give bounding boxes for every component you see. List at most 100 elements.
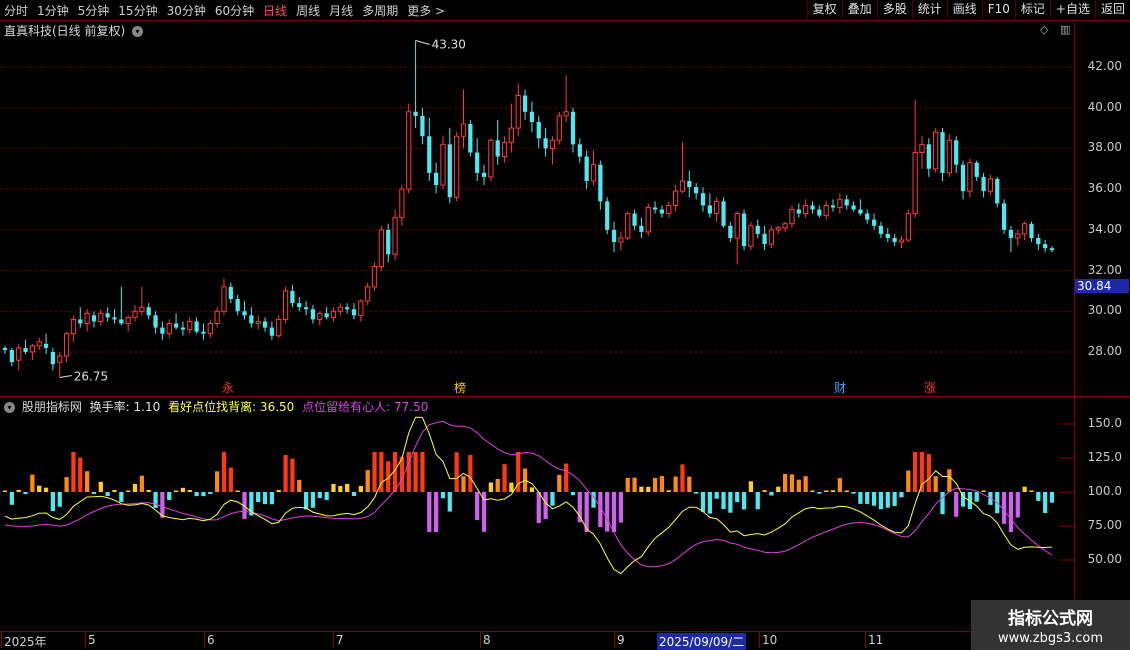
hist-bar-120: [824, 490, 829, 492]
hist-bar-42: [290, 458, 295, 492]
hist-bar-143: [981, 490, 986, 492]
candle-body-58: [399, 188, 405, 219]
period-tab-7[interactable]: 周线: [296, 4, 320, 18]
price-tick-6: 30.00: [1087, 303, 1122, 318]
hist-bar-1: [9, 492, 14, 505]
candle-body-134: [919, 143, 925, 153]
low-label: 26.75: [74, 369, 108, 383]
price-tick-3: 36.00: [1087, 181, 1122, 196]
hist-bar-28: [194, 492, 199, 497]
candle-body-106: [728, 225, 733, 238]
period-tab-0[interactable]: 分时: [4, 4, 28, 18]
candle-body-93: [639, 225, 644, 232]
candle-body-1: [9, 349, 14, 363]
candle-body-117: [803, 204, 809, 215]
candlestick-chart[interactable]: 43.30 26.75 永 榜 财 涨: [0, 24, 1074, 396]
hist-bar-139: [954, 492, 959, 517]
period-tab-6[interactable]: 日线: [263, 4, 287, 18]
candle-body-19: [132, 310, 138, 318]
hist-bar-110: [755, 492, 760, 510]
candle-body-37: [255, 320, 261, 325]
action-button-3[interactable]: 统计: [911, 0, 947, 20]
candle-body-30: [207, 323, 213, 335]
date-tick-8: [865, 632, 866, 648]
candle-body-102: [700, 193, 706, 206]
hist-bar-123: [844, 490, 849, 492]
candle-body-20: [139, 306, 145, 312]
hist-bar-78: [536, 492, 541, 524]
hist-bar-107: [735, 492, 740, 503]
price-tick-5: 32.00: [1087, 262, 1122, 277]
candle-body-29: [201, 331, 206, 334]
hist-bar-142: [974, 492, 979, 502]
hist-bar-46: [317, 492, 322, 498]
period-tab-10[interactable]: 更多 >: [407, 4, 445, 18]
hist-bar-29: [201, 492, 206, 497]
hist-bar-104: [714, 492, 719, 499]
hist-bar-62: [427, 492, 432, 532]
candle-body-118: [810, 205, 815, 210]
candle-body-16: [112, 317, 117, 320]
period-tab-2[interactable]: 5分钟: [78, 4, 110, 18]
candle-body-78: [536, 121, 541, 139]
hist-bar-37: [256, 492, 261, 502]
high-pointer: [415, 40, 430, 46]
event-marker-2: 财: [834, 381, 846, 395]
indicator-name[interactable]: 股朋指标网: [22, 400, 82, 414]
candle-body-112: [768, 229, 775, 245]
watermark-url: www.zbgs3.com: [997, 631, 1104, 646]
date-tick-4: [480, 632, 481, 648]
candle-body-100: [687, 181, 692, 188]
action-button-8[interactable]: 返回: [1094, 0, 1130, 20]
hist-bar-153: [1049, 492, 1055, 503]
candle-body-55: [378, 229, 384, 268]
action-button-4[interactable]: 画线: [946, 0, 982, 20]
hist-bar-113: [776, 486, 781, 492]
action-button-1[interactable]: 叠加: [841, 0, 877, 20]
action-button-0[interactable]: 复权: [806, 0, 842, 20]
candle-body-116: [796, 209, 801, 214]
period-tab-1[interactable]: 1分钟: [37, 4, 69, 18]
hist-bar-11: [78, 457, 83, 492]
hist-bar-12: [84, 471, 90, 492]
indicator-chart[interactable]: [0, 413, 1074, 631]
candle-body-139: [954, 140, 959, 165]
candle-body-66: [454, 135, 460, 198]
period-tab-4[interactable]: 30分钟: [167, 4, 206, 18]
hist-bar-5: [37, 485, 42, 492]
hist-bar-88: [605, 492, 610, 532]
candle-body-35: [242, 311, 247, 316]
date-label-3: 7: [336, 633, 344, 647]
action-button-6[interactable]: 标记: [1014, 0, 1050, 20]
action-button-2[interactable]: 多股: [876, 0, 912, 20]
hist-bar-81: [557, 474, 562, 492]
candle-body-70: [481, 172, 487, 177]
candle-body-0: [2, 347, 8, 350]
candle-body-32: [221, 286, 227, 312]
settings-icon[interactable]: ▾: [4, 402, 15, 413]
candle-body-6: [43, 343, 49, 348]
hist-bar-40: [276, 489, 281, 492]
candle-body-109: [748, 225, 754, 247]
period-tab-3[interactable]: 15分钟: [118, 4, 157, 18]
period-tab-8[interactable]: 月线: [329, 4, 353, 18]
candle-body-133: [912, 152, 918, 215]
candle-body-94: [645, 206, 651, 233]
action-button-7[interactable]: +自选: [1049, 0, 1095, 20]
candle-body-39: [269, 327, 275, 336]
ind-tick-0: 150.0: [1087, 416, 1122, 430]
hist-bar-150: [1029, 490, 1034, 492]
candle-body-103: [707, 205, 712, 214]
period-tab-5[interactable]: 60分钟: [215, 4, 254, 18]
candle-body-124: [851, 205, 856, 210]
candle-body-145: [995, 178, 1000, 204]
hist-bar-103: [707, 492, 712, 514]
action-button-5[interactable]: F10: [981, 0, 1015, 20]
hist-bar-84: [577, 492, 582, 523]
candle-body-48: [330, 310, 337, 318]
period-tab-9[interactable]: 多周期: [362, 4, 398, 18]
candle-body-41: [282, 290, 289, 320]
price-tick-0: 42.00: [1087, 59, 1122, 73]
hist-bar-18: [126, 490, 131, 492]
hist-bar-134: [919, 452, 925, 492]
